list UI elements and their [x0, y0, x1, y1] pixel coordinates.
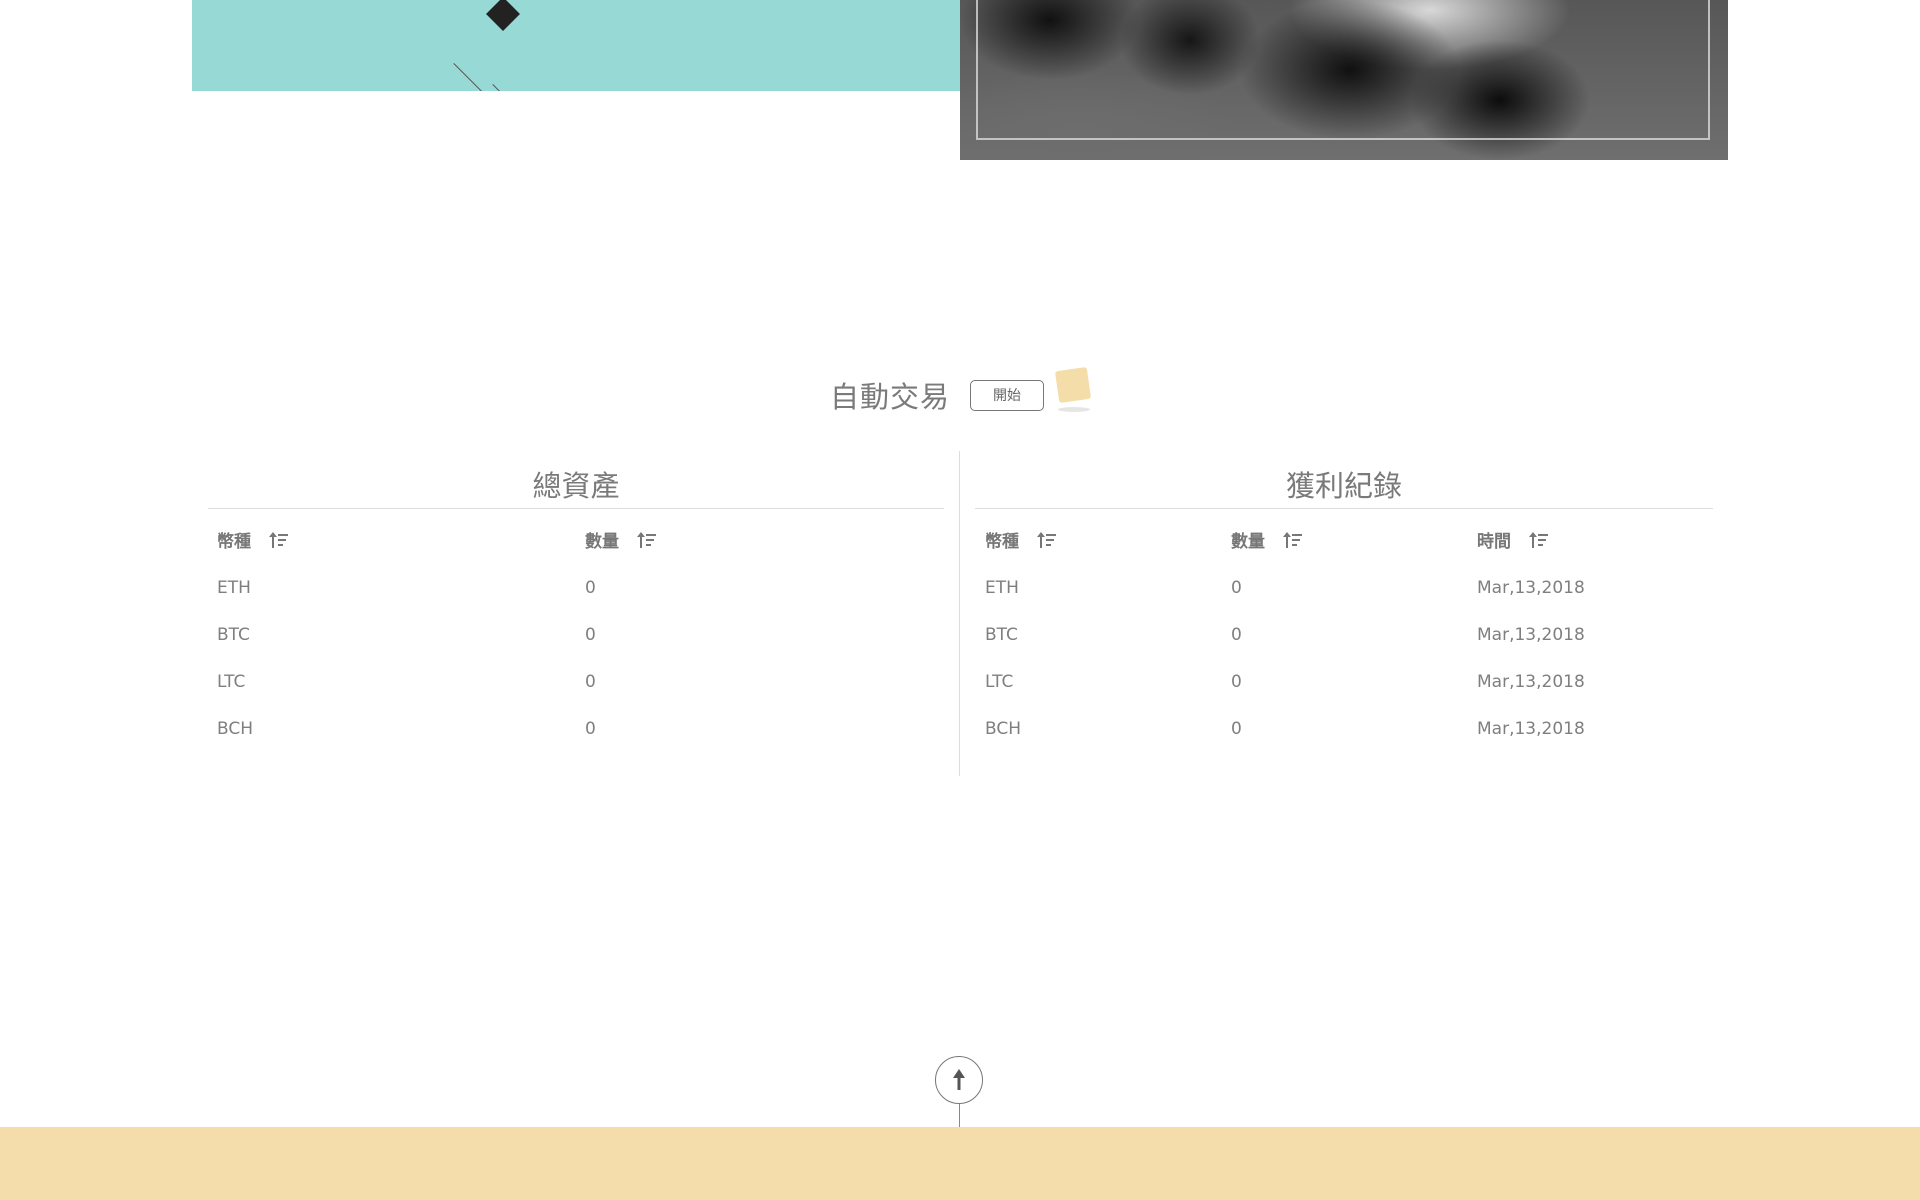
column-header-time[interactable]: 時間 — [1477, 520, 1549, 565]
coin-cell: BTC — [985, 625, 1018, 645]
time-cell: Mar,13,2018 — [1477, 719, 1585, 739]
table-row: ETH 0 — [208, 565, 944, 612]
column-header-amount[interactable]: 數量 — [1231, 520, 1303, 565]
title-rule — [208, 508, 944, 509]
auto-trade-title: 自動交易 — [830, 380, 951, 414]
assets-title: 總資產 — [532, 469, 620, 503]
amount-cell: 0 — [585, 719, 596, 739]
coin-cell: ETH — [985, 578, 1019, 598]
assets-panel: 總資產 幣種 數量 ETH 0 BTC 0 LTC 0 BCH 0 — [208, 451, 944, 753]
coin-cell: LTC — [985, 672, 1014, 692]
diamond-decoration — [486, 0, 520, 31]
footer-bar — [0, 1127, 1920, 1200]
start-button[interactable]: 開始 — [970, 379, 1045, 411]
table-row: BTC 0 Mar,13,2018 — [975, 612, 1713, 659]
hero-image — [960, 0, 1728, 160]
table-row: ETH 0 Mar,13,2018 — [975, 565, 1713, 612]
time-cell: Mar,13,2018 — [1477, 578, 1585, 598]
sort-icon[interactable] — [268, 531, 289, 550]
column-header-coin[interactable]: 幣種 — [985, 520, 1057, 565]
coin-cell: LTC — [217, 672, 246, 692]
sort-icon[interactable] — [1036, 531, 1057, 550]
amount-cell: 0 — [585, 578, 596, 598]
back-to-top-button[interactable] — [935, 1056, 983, 1104]
amount-cell: 0 — [1231, 719, 1242, 739]
time-cell: Mar,13,2018 — [1477, 625, 1585, 645]
column-header-coin[interactable]: 幣種 — [217, 520, 289, 565]
title-rule — [975, 508, 1713, 509]
line-decoration — [492, 84, 502, 91]
table-row: LTC 0 Mar,13,2018 — [975, 659, 1713, 706]
amount-cell: 0 — [1231, 625, 1242, 645]
coin-cell: BCH — [217, 719, 254, 739]
status-cube-icon — [1054, 366, 1092, 412]
coin-cell: ETH — [217, 578, 251, 598]
assets-header-row: 幣種 數量 — [208, 520, 944, 565]
amount-cell: 0 — [585, 625, 596, 645]
profits-header-row: 幣種 數量 時間 — [975, 520, 1713, 565]
time-cell: Mar,13,2018 — [1477, 672, 1585, 692]
arrow-up-icon — [953, 1069, 965, 1090]
coin-cell: BTC — [217, 625, 250, 645]
profits-panel: 獲利紀錄 幣種 數量 時間 ETH 0 Mar,13,2018 BTC 0 Ma… — [975, 451, 1713, 753]
sort-icon[interactable] — [1282, 531, 1303, 550]
profits-title: 獲利紀錄 — [1285, 469, 1402, 503]
table-row: BCH 0 Mar,13,2018 — [975, 706, 1713, 753]
auto-trade-header: 自動交易 開始 — [830, 372, 1045, 418]
panel-divider — [959, 451, 960, 776]
amount-cell: 0 — [1231, 578, 1242, 598]
line-decoration — [453, 63, 500, 91]
amount-cell: 0 — [585, 672, 596, 692]
image-frame — [976, 0, 1710, 140]
amount-cell: 0 — [1231, 672, 1242, 692]
back-to-top-stem — [959, 1104, 960, 1128]
coin-cell: BCH — [985, 719, 1022, 739]
table-row: BTC 0 — [208, 612, 944, 659]
table-row: LTC 0 — [208, 659, 944, 706]
hero-banner — [192, 0, 960, 91]
sort-icon[interactable] — [636, 531, 657, 550]
sort-icon[interactable] — [1528, 531, 1549, 550]
table-row: BCH 0 — [208, 706, 944, 753]
column-header-amount[interactable]: 數量 — [585, 520, 657, 565]
